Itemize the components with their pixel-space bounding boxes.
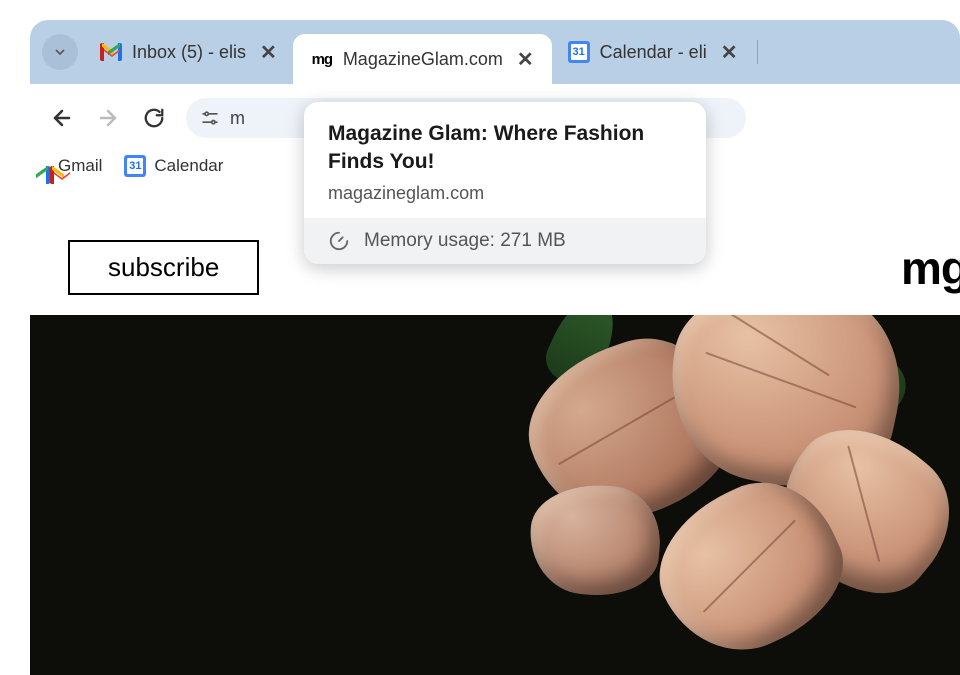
hover-title: Magazine Glam: Where Fashion Finds You! (328, 120, 682, 177)
site-settings-icon[interactable] (200, 108, 220, 128)
gmail-icon (100, 41, 122, 63)
bookmark-label: Calendar (154, 156, 223, 176)
tab-hover-card: Magazine Glam: Where Fashion Finds You! … (304, 102, 706, 264)
bookmark-calendar[interactable]: 31 Calendar (124, 155, 223, 177)
close-icon[interactable]: ✕ (517, 47, 534, 72)
tab-strip: Inbox (5) - elis ✕ mg MagazineGlam.com ✕… (30, 20, 960, 84)
arrow-right-icon (96, 106, 120, 130)
site-logo[interactable]: mg (901, 241, 960, 295)
site-favicon: mg (311, 48, 333, 70)
calendar-icon: 31 (568, 41, 590, 63)
forward-button[interactable] (94, 104, 122, 132)
bookmark-gmail[interactable]: Gmail (50, 156, 102, 176)
hover-url: magazineglam.com (328, 183, 682, 204)
speedometer-icon (328, 230, 350, 252)
address-text: m (230, 108, 245, 129)
chevron-down-icon (52, 44, 68, 60)
reload-button[interactable] (140, 104, 168, 132)
hero-image (30, 315, 960, 675)
tab-magazineglam[interactable]: mg MagazineGlam.com ✕ (293, 34, 552, 84)
bookmark-label: Gmail (58, 156, 102, 176)
tab-separator (757, 40, 758, 64)
tab-label: Inbox (5) - elis (132, 42, 246, 63)
tab-label: Calendar - eli (600, 42, 707, 63)
reload-icon (143, 107, 165, 129)
memory-usage-text: Memory usage: 271 MB (364, 230, 566, 252)
close-icon[interactable]: ✕ (721, 40, 738, 65)
page-content: subscribe mg (30, 226, 960, 640)
close-icon[interactable]: ✕ (260, 40, 277, 65)
calendar-icon: 31 (124, 155, 146, 177)
tab-search-button[interactable] (42, 34, 78, 70)
back-button[interactable] (48, 104, 76, 132)
tab-calendar[interactable]: 31 Calendar - eli ✕ (556, 30, 750, 74)
tab-label: MagazineGlam.com (343, 49, 503, 70)
tab-inbox[interactable]: Inbox (5) - elis ✕ (88, 30, 289, 74)
subscribe-button[interactable]: subscribe (68, 240, 259, 295)
arrow-left-icon (50, 106, 74, 130)
